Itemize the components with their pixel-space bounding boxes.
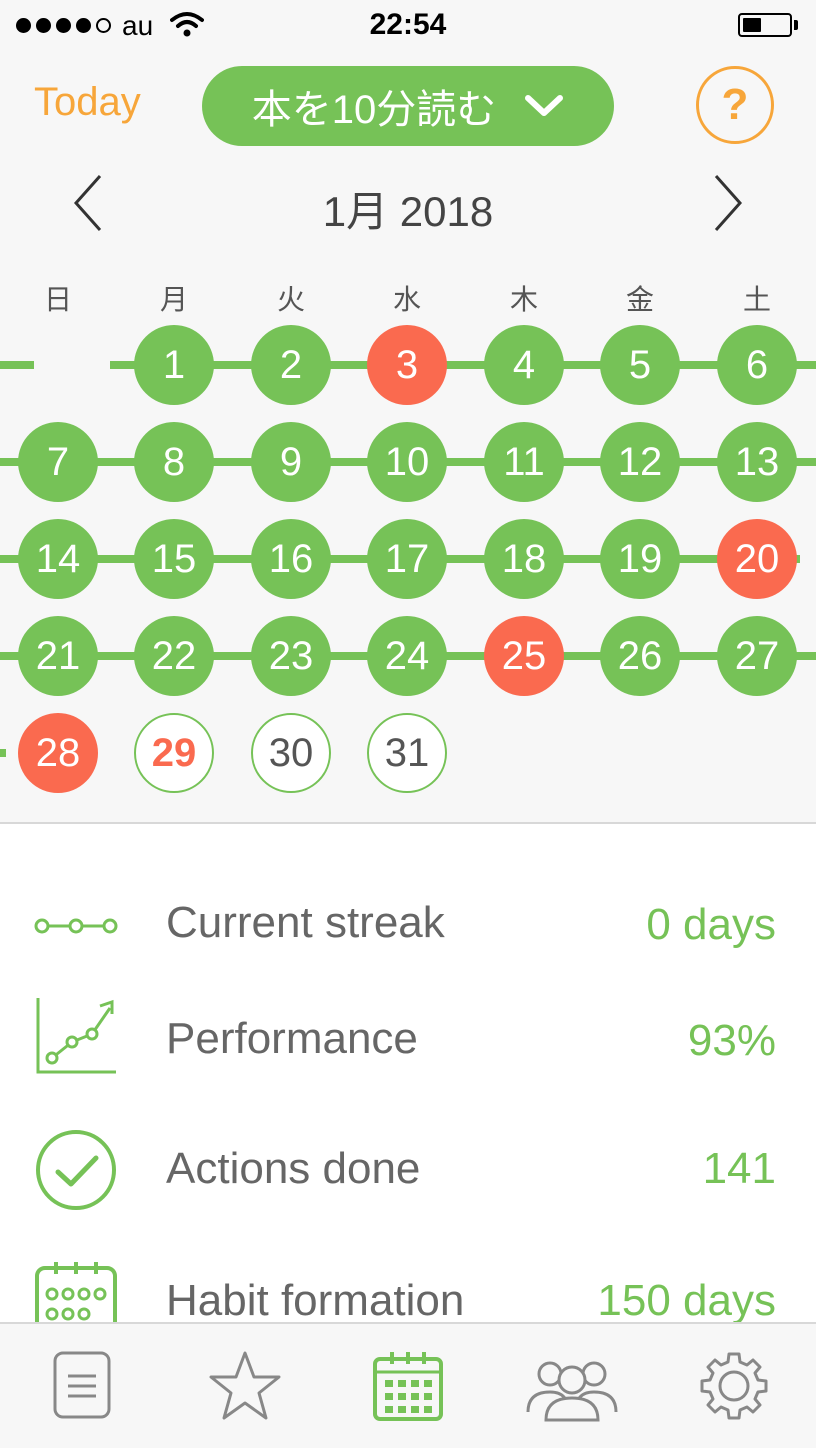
calendar-day[interactable]: 10 xyxy=(367,422,447,502)
calendar-day[interactable]: 26 xyxy=(600,616,680,696)
calendar-day[interactable]: 7 xyxy=(18,422,98,502)
calendar-day[interactable]: 16 xyxy=(251,519,331,599)
chevron-down-icon xyxy=(525,95,564,116)
calendar-day[interactable]: 8 xyxy=(134,422,214,502)
calendar-day[interactable]: 28 xyxy=(18,713,98,793)
calendar-day[interactable]: 2 xyxy=(251,325,331,405)
stat-label-habit: Habit formation xyxy=(166,1276,465,1322)
calendar-day[interactable]: 27 xyxy=(717,616,797,696)
streak-icon xyxy=(34,918,118,934)
stat-label-performance: Performance xyxy=(166,1014,418,1063)
status-bar: au 22:54 xyxy=(0,0,816,52)
calendar-day[interactable]: 17 xyxy=(367,519,447,599)
calendar-day[interactable]: 18 xyxy=(484,519,564,599)
streak-line xyxy=(110,361,816,369)
stat-value-performance: 93% xyxy=(687,1016,776,1065)
calendar-day[interactable]: 19 xyxy=(600,519,680,599)
star-icon[interactable] xyxy=(208,1350,282,1422)
calendar-day[interactable]: 15 xyxy=(134,519,214,599)
stat-value-streak: 0 days xyxy=(646,900,776,949)
help-button[interactable]: ? xyxy=(696,66,774,144)
calendar-icon[interactable] xyxy=(372,1350,444,1422)
streak-line xyxy=(0,749,6,757)
habit-selector[interactable]: 本を10分読む xyxy=(202,66,614,146)
calendar-day[interactable]: 30 xyxy=(251,713,331,793)
calendar-day[interactable]: 21 xyxy=(18,616,98,696)
calendar-day[interactable]: 14 xyxy=(18,519,98,599)
stat-label-actions: Actions done xyxy=(166,1144,421,1193)
check-circle-icon xyxy=(36,1130,116,1210)
habit-name: 本を10分読む xyxy=(251,88,497,132)
weekday-label: 木 xyxy=(509,284,538,315)
weekday-label: 水 xyxy=(392,284,421,315)
calendar-day[interactable]: 13 xyxy=(717,422,797,502)
calendar-day[interactable]: 9 xyxy=(251,422,331,502)
tab-bar xyxy=(0,1322,816,1448)
stat-value-actions: 141 xyxy=(702,1144,776,1193)
clock: 22:54 xyxy=(369,8,447,41)
gear-icon[interactable] xyxy=(698,1350,770,1422)
weekday-label: 土 xyxy=(742,284,771,315)
chevron-right-icon[interactable] xyxy=(702,172,750,234)
calendar-day[interactable]: 31 xyxy=(367,713,447,793)
stats-panel: Current streak 0 days Performance 93% Ac… xyxy=(0,824,816,1322)
month-title: 1月 2018 xyxy=(322,188,494,235)
calendar-day[interactable]: 24 xyxy=(367,616,447,696)
calendar-day[interactable]: 6 xyxy=(717,325,797,405)
calendar-day[interactable]: 5 xyxy=(600,325,680,405)
today-button[interactable]: Today xyxy=(34,80,141,125)
performance-chart-icon xyxy=(36,998,116,1074)
calendar-day[interactable]: 22 xyxy=(134,616,214,696)
calendar-day[interactable]: 20 xyxy=(717,519,797,599)
calendar-day[interactable]: 3 xyxy=(367,325,447,405)
battery-icon xyxy=(738,13,792,37)
calendar-day[interactable]: 23 xyxy=(251,616,331,696)
weekday-label: 金 xyxy=(625,284,654,315)
weekday-label: 日 xyxy=(43,284,72,315)
list-icon[interactable] xyxy=(52,1350,112,1420)
battery-tip xyxy=(794,20,798,30)
stat-label-streak: Current streak xyxy=(166,898,445,947)
calendar-day[interactable]: 1 xyxy=(134,325,214,405)
calendar-day[interactable]: 25 xyxy=(484,616,564,696)
calendar-day[interactable]: 4 xyxy=(484,325,564,405)
calendar-day[interactable]: 12 xyxy=(600,422,680,502)
calendar-grid-icon xyxy=(35,1262,117,1322)
calendar-day[interactable]: 29 xyxy=(134,713,214,793)
weekday-label: 火 xyxy=(276,284,305,315)
calendar-day[interactable]: 11 xyxy=(484,422,564,502)
group-icon[interactable] xyxy=(524,1350,620,1422)
stat-value-habit: 150 days xyxy=(597,1276,776,1322)
streak-line xyxy=(0,361,34,369)
weekday-label: 月 xyxy=(159,284,188,315)
